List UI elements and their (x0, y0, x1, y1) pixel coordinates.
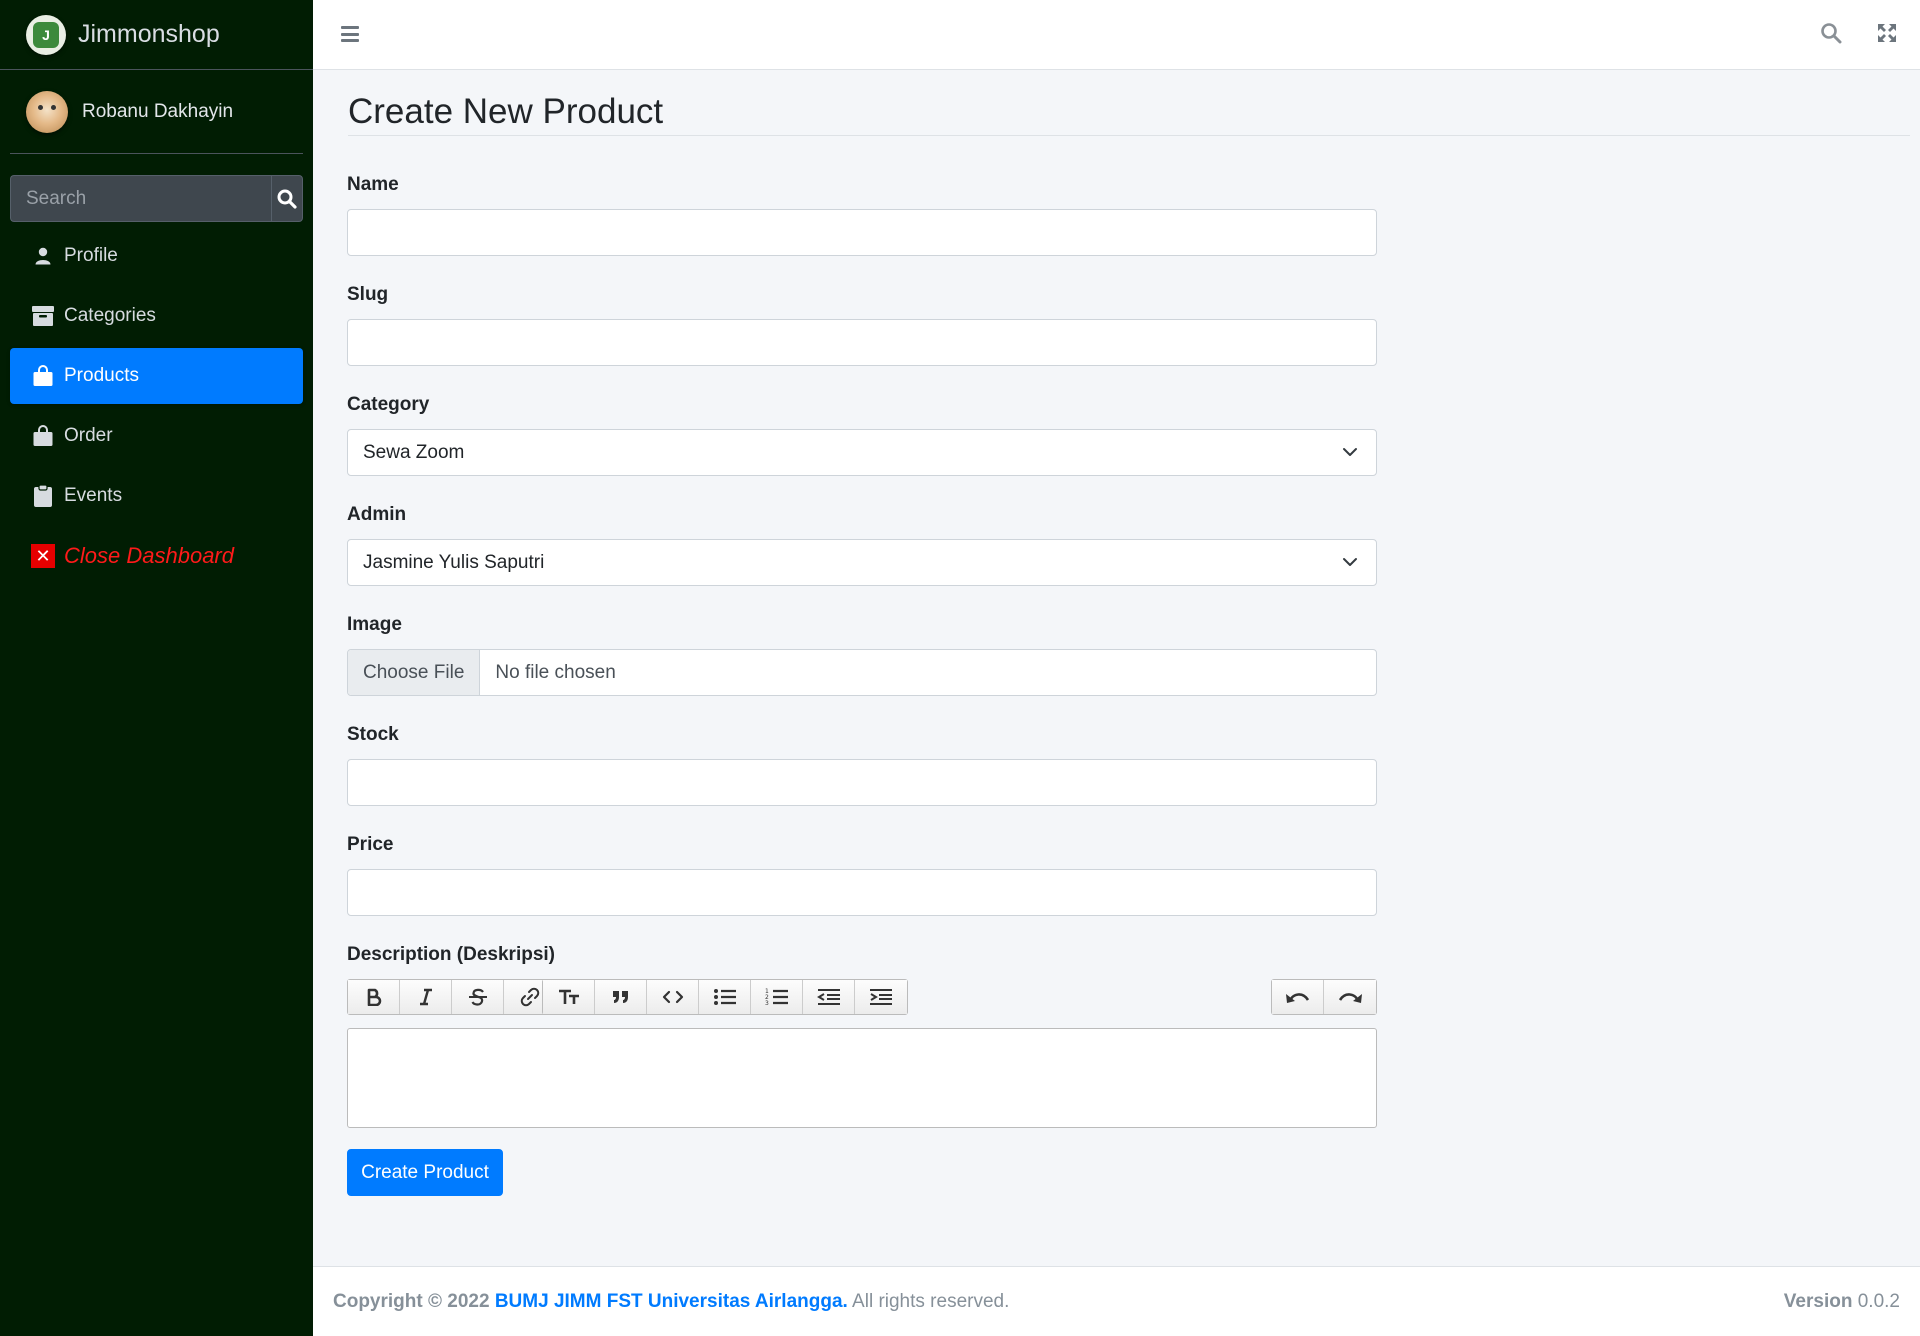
bullet-list-icon[interactable] (699, 980, 751, 1014)
sidebar-item-profile[interactable]: Profile (10, 228, 303, 284)
price-label: Price (347, 834, 394, 855)
category-selected-value: Sewa Zoom (363, 441, 465, 463)
user-name[interactable]: Robanu Dakhayin (82, 101, 233, 123)
indent-icon[interactable] (855, 980, 907, 1014)
brand-logo-letter: J (33, 21, 59, 48)
footer: Copyright © 2022 BUMJ JIMM FST Universit… (313, 1266, 1920, 1336)
outdent-icon[interactable] (803, 980, 855, 1014)
version-value: 0.0.2 (1857, 1290, 1900, 1312)
sidebar-item-categories[interactable]: Categories (10, 288, 303, 344)
bold-icon[interactable] (348, 980, 400, 1014)
slug-label: Slug (347, 284, 389, 305)
category-label: Category (347, 394, 430, 415)
sidebar-nav: Profile Categories Products Order Events (10, 228, 303, 588)
sidebar-item-label: Profile (64, 245, 118, 266)
sidebar-item-label: Events (64, 485, 123, 506)
footer-copyright: Copyright © 2022 BUMJ JIMM FST Universit… (333, 1291, 1009, 1313)
file-status: No file chosen (495, 661, 616, 683)
sidebar-item-label: Close Dashboard (64, 543, 234, 568)
category-select[interactable]: Sewa Zoom (347, 429, 1377, 476)
avatar (26, 90, 68, 133)
menu-toggle-icon[interactable] (341, 26, 359, 42)
main-content: Create New Product Name Slug Category Se… (313, 70, 1920, 1196)
redo-icon[interactable] (1324, 980, 1376, 1014)
sidebar-search-button[interactable] (271, 175, 303, 222)
create-product-button[interactable]: Create Product (347, 1149, 503, 1196)
toolbar-group-history (1271, 979, 1377, 1015)
footer-version: Version 0.0.2 (1784, 1291, 1900, 1313)
name-input[interactable] (347, 209, 1377, 256)
sidebar-item-order[interactable]: Order (10, 408, 303, 464)
navbar-search-icon[interactable] (1820, 22, 1842, 49)
brand-link[interactable]: J Jimmonshop (0, 0, 313, 70)
admin-select[interactable]: Jasmine Yulis Saputri (347, 539, 1377, 586)
user-panel[interactable]: Robanu Dakhayin (10, 70, 303, 154)
code-icon[interactable] (647, 980, 699, 1014)
brand-logo: J (26, 14, 66, 55)
close-icon: ✕ (30, 543, 56, 569)
quote-icon[interactable] (595, 980, 647, 1014)
copyright-text: Copyright © 2022 (333, 1290, 490, 1312)
description-label: Description (Deskripsi) (347, 944, 555, 965)
numbered-list-icon[interactable]: 123 (751, 980, 803, 1014)
sidebar-item-products[interactable]: Products (10, 348, 303, 404)
clipboard-icon (30, 483, 56, 509)
sidebar-item-label: Order (64, 425, 113, 446)
shopping-bag-icon (30, 363, 56, 389)
price-input[interactable] (347, 869, 1377, 916)
organization-link[interactable]: BUMJ JIMM FST Universitas Airlangga. (495, 1291, 848, 1312)
top-navbar (313, 0, 1920, 70)
strikethrough-icon[interactable] (452, 980, 504, 1014)
slug-input[interactable] (347, 319, 1377, 366)
box-icon (30, 303, 56, 329)
version-label: Version (1783, 1290, 1853, 1312)
admin-label: Admin (347, 504, 407, 525)
image-file-input[interactable]: Choose File No file chosen (347, 649, 1377, 696)
sidebar-item-label: Products (64, 365, 139, 386)
description-editor[interactable] (347, 1028, 1377, 1128)
sidebar-item-close-dashboard[interactable]: ✕ Close Dashboard (10, 528, 303, 584)
sidebar-item-events[interactable]: Events (10, 468, 303, 524)
undo-icon[interactable] (1272, 980, 1324, 1014)
image-label: Image (347, 614, 402, 635)
stock-label: Stock (347, 724, 399, 745)
toolbar-group-format (347, 979, 557, 1015)
rights-text: All rights reserved. (852, 1290, 1010, 1312)
admin-selected-value: Jasmine Yulis Saputri (363, 551, 545, 573)
brand-name: Jimmonshop (78, 20, 220, 48)
editor-toolbar: 123 (347, 979, 1377, 1015)
sidebar-search-input[interactable] (10, 175, 271, 222)
user-icon (30, 243, 56, 269)
page-title: Create New Product (348, 92, 664, 131)
create-product-form: Name Slug Category Sewa Zoom Admin Jasmi… (347, 174, 1377, 1196)
sidebar-search (10, 175, 303, 222)
toolbar-group-blocks: 123 (542, 979, 908, 1015)
title-divider (348, 135, 1910, 136)
italic-icon[interactable] (400, 980, 452, 1014)
svg-text:3: 3 (765, 1000, 769, 1006)
sidebar: J Jimmonshop Robanu Dakhayin Profile Cat… (0, 0, 313, 1336)
fullscreen-icon[interactable] (1876, 22, 1898, 49)
chevron-down-icon (1343, 448, 1357, 456)
name-label: Name (347, 174, 399, 195)
heading-icon[interactable] (543, 980, 595, 1014)
shopping-bag-icon (30, 423, 56, 449)
search-icon (277, 189, 297, 209)
choose-file-button[interactable]: Choose File (348, 650, 481, 695)
sidebar-item-label: Categories (64, 305, 156, 326)
stock-input[interactable] (347, 759, 1377, 806)
chevron-down-icon (1343, 558, 1357, 566)
